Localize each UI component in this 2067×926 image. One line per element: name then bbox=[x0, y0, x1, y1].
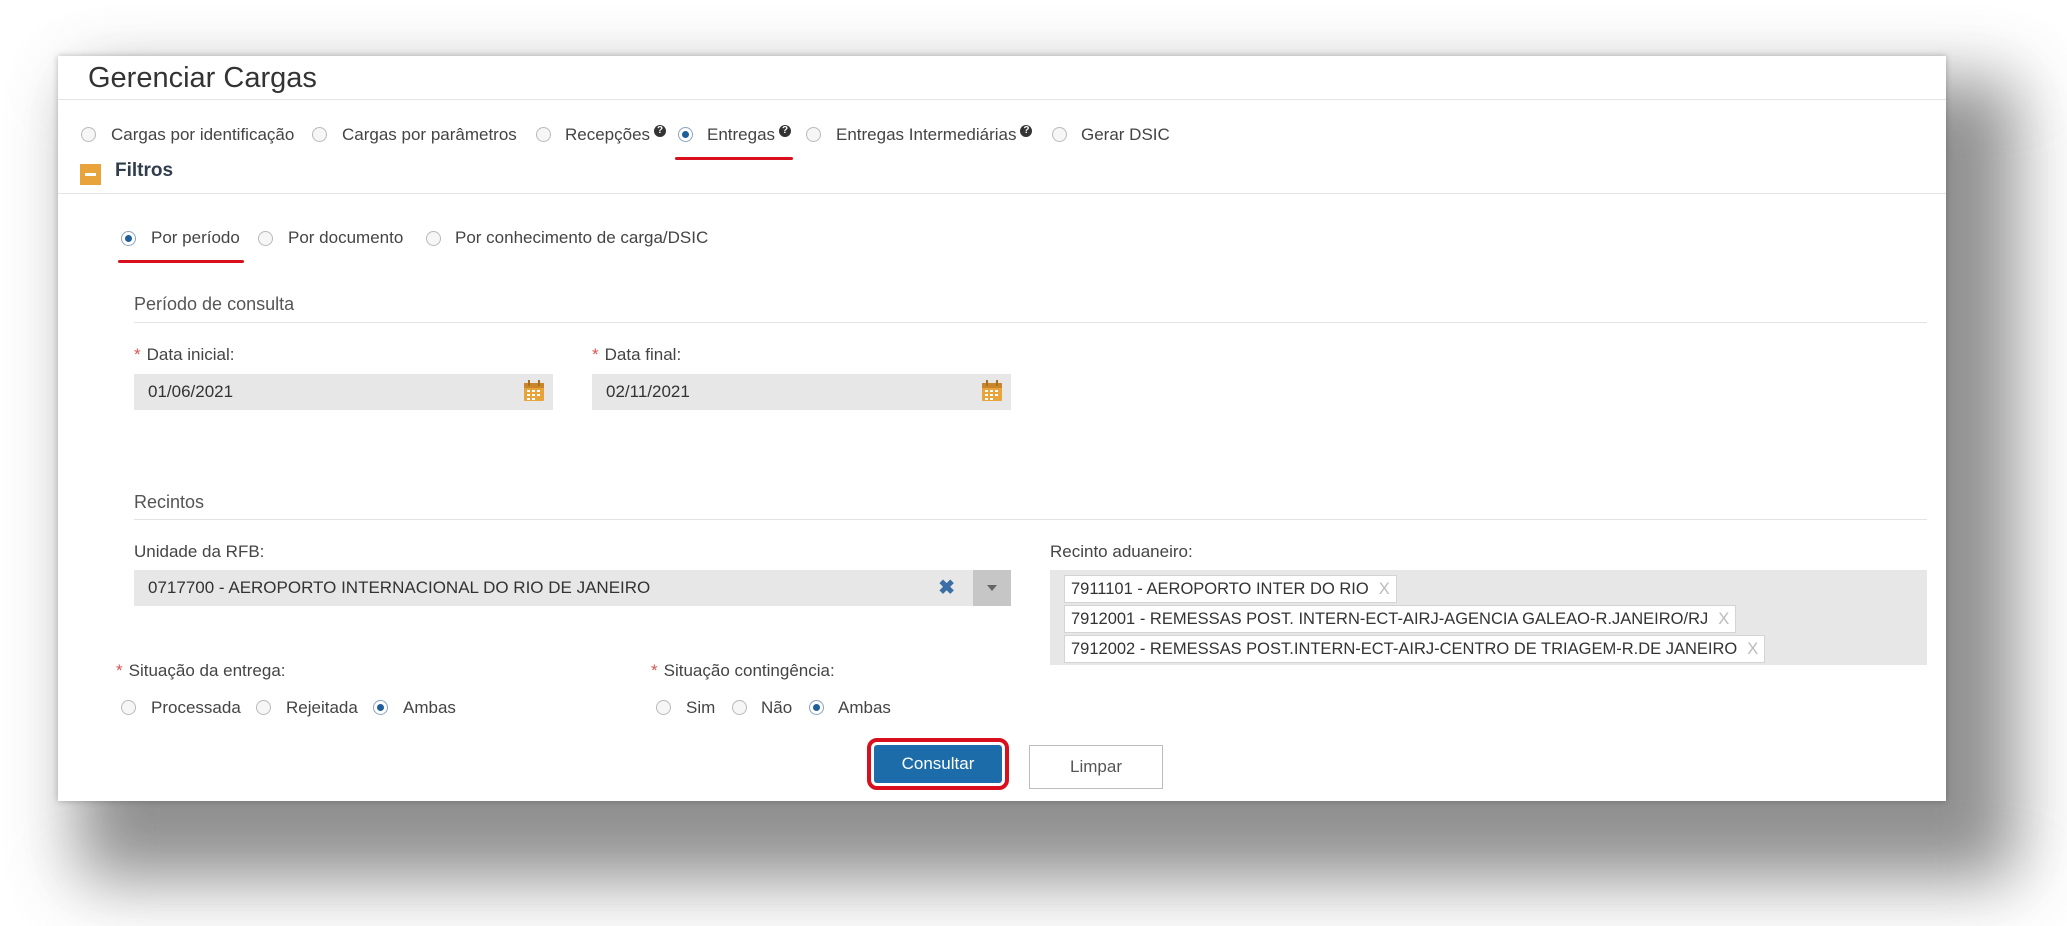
tab-entregas-label: Entregas bbox=[707, 125, 776, 144]
tab-entregas-intermediarias-radio[interactable] bbox=[806, 127, 821, 142]
limpar-button[interactable]: Limpar bbox=[1029, 745, 1163, 789]
delivery-rejeitada[interactable]: Rejeitada bbox=[286, 698, 358, 718]
end-date-value: 02/11/2021 bbox=[606, 382, 690, 401]
contingency-status-label: * Situação contingência: bbox=[651, 661, 835, 681]
tab-entregas-intermediarias-label: Entregas Intermediárias bbox=[836, 125, 1017, 144]
page-title: Gerenciar Cargas bbox=[88, 62, 317, 94]
delivery-rejeitada-radio[interactable] bbox=[256, 700, 271, 715]
recintos-divider bbox=[134, 519, 1927, 520]
tab-cargas-identificacao-radio[interactable] bbox=[81, 127, 96, 142]
start-date-value: 01/06/2021 bbox=[148, 382, 234, 401]
period-divider bbox=[134, 322, 1927, 323]
contingency-sim[interactable]: Sim bbox=[686, 698, 715, 718]
customs-tag: 7911101 - AEROPORTO INTER DO RIO X bbox=[1064, 575, 1397, 603]
required-mark: * bbox=[134, 345, 141, 364]
help-icon[interactable]: ? bbox=[779, 125, 792, 137]
contingency-sim-radio[interactable] bbox=[656, 700, 671, 715]
calendar-icon[interactable] bbox=[523, 380, 545, 402]
delivery-ambas[interactable]: Ambas bbox=[403, 698, 456, 718]
required-mark: * bbox=[116, 661, 123, 680]
tab-gerar-dsic[interactable]: Gerar DSIC bbox=[1081, 125, 1170, 145]
customs-tag: 7912001 - REMESSAS POST. INTERN-ECT-AIRJ… bbox=[1064, 605, 1737, 633]
required-mark: * bbox=[651, 661, 658, 680]
customs-area-multiselect[interactable]: 7911101 - AEROPORTO INTER DO RIO X 791200… bbox=[1050, 570, 1927, 665]
tab-entregas[interactable]: Entregas? bbox=[707, 125, 792, 145]
customs-tag-label: 7911101 - AEROPORTO INTER DO RIO bbox=[1071, 580, 1369, 598]
start-date-field[interactable]: 01/06/2021 bbox=[134, 374, 553, 410]
delivery-status-label: * Situação da entrega: bbox=[116, 661, 286, 681]
mode-por-conhecimento[interactable]: Por conhecimento de carga/DSIC bbox=[455, 228, 708, 248]
contingency-ambas[interactable]: Ambas bbox=[838, 698, 891, 718]
tab-entregas-intermediarias[interactable]: Entregas Intermediárias? bbox=[836, 125, 1033, 145]
customs-area-label: Recinto aduaneiro: bbox=[1050, 542, 1193, 561]
tab-gerar-dsic-radio[interactable] bbox=[1052, 127, 1067, 142]
required-mark: * bbox=[592, 345, 599, 364]
mode-por-periodo-radio[interactable] bbox=[121, 231, 136, 246]
end-date-label: * Data final: bbox=[592, 345, 681, 365]
calendar-icon[interactable] bbox=[981, 380, 1003, 402]
period-section-title: Período de consulta bbox=[134, 294, 295, 314]
highlight-underline bbox=[118, 260, 244, 263]
contingency-ambas-radio[interactable] bbox=[809, 700, 824, 715]
start-date-label-text: Data inicial: bbox=[146, 345, 235, 364]
remove-tag-icon[interactable]: X bbox=[1379, 580, 1390, 598]
end-date-field[interactable]: 02/11/2021 bbox=[592, 374, 1011, 410]
mode-por-periodo[interactable]: Por período bbox=[151, 228, 240, 248]
customs-tag-label: 7912001 - REMESSAS POST. INTERN-ECT-AIRJ… bbox=[1071, 610, 1709, 628]
remove-tag-icon[interactable]: X bbox=[1718, 610, 1729, 628]
help-icon[interactable]: ? bbox=[1020, 125, 1033, 137]
end-date-label-text: Data final: bbox=[604, 345, 682, 364]
delivery-ambas-radio[interactable] bbox=[373, 700, 388, 715]
customs-tag-label: 7912002 - REMESSAS POST.INTERN-ECT-AIRJ-… bbox=[1071, 640, 1738, 658]
help-icon[interactable]: ? bbox=[654, 125, 667, 137]
rfb-unit-label: Unidade da RFB: bbox=[134, 542, 265, 561]
tab-cargas-parametros[interactable]: Cargas por parâmetros bbox=[342, 125, 517, 145]
rfb-unit-select[interactable]: 0717700 - AEROPORTO INTERNACIONAL DO RIO… bbox=[134, 570, 1011, 606]
title-divider bbox=[58, 99, 1946, 100]
highlight-underline bbox=[675, 157, 793, 160]
delivery-status-label-text: Situação da entrega: bbox=[128, 661, 286, 680]
gerenciar-cargas-panel: Gerenciar Cargas Cargas por identificaçã… bbox=[58, 56, 1946, 801]
tab-entregas-radio[interactable] bbox=[678, 127, 693, 142]
mode-por-documento[interactable]: Por documento bbox=[288, 228, 403, 248]
contingency-status-label-text: Situação contingência: bbox=[663, 661, 835, 680]
tab-recepcoes-radio[interactable] bbox=[536, 127, 551, 142]
mode-por-documento-radio[interactable] bbox=[258, 231, 273, 246]
mode-por-conhecimento-radio[interactable] bbox=[426, 231, 441, 246]
customs-tag: 7912002 - REMESSAS POST.INTERN-ECT-AIRJ-… bbox=[1064, 635, 1766, 663]
tab-recepcoes-label: Recepções bbox=[565, 125, 651, 144]
contingency-nao[interactable]: Não bbox=[761, 698, 792, 718]
tab-cargas-parametros-radio[interactable] bbox=[312, 127, 327, 142]
delivery-processada-radio[interactable] bbox=[121, 700, 136, 715]
delivery-processada[interactable]: Processada bbox=[151, 698, 241, 718]
rfb-unit-value: 0717700 - AEROPORTO INTERNACIONAL DO RIO… bbox=[148, 578, 651, 597]
tab-cargas-identificacao[interactable]: Cargas por identificação bbox=[111, 125, 294, 145]
recintos-section-title: Recintos bbox=[134, 492, 205, 512]
filters-divider bbox=[58, 193, 1946, 194]
remove-tag-icon[interactable]: X bbox=[1747, 640, 1758, 658]
tab-recepcoes[interactable]: Recepções? bbox=[565, 125, 667, 145]
chevron-down-icon[interactable] bbox=[973, 570, 1011, 606]
contingency-nao-radio[interactable] bbox=[732, 700, 747, 715]
clear-selection-icon[interactable]: ✖ bbox=[938, 570, 955, 606]
filters-title: Filtros bbox=[115, 160, 174, 181]
start-date-label: * Data inicial: bbox=[134, 345, 235, 365]
consultar-button[interactable]: Consultar bbox=[867, 738, 1009, 790]
collapse-minus-icon[interactable] bbox=[80, 164, 101, 185]
